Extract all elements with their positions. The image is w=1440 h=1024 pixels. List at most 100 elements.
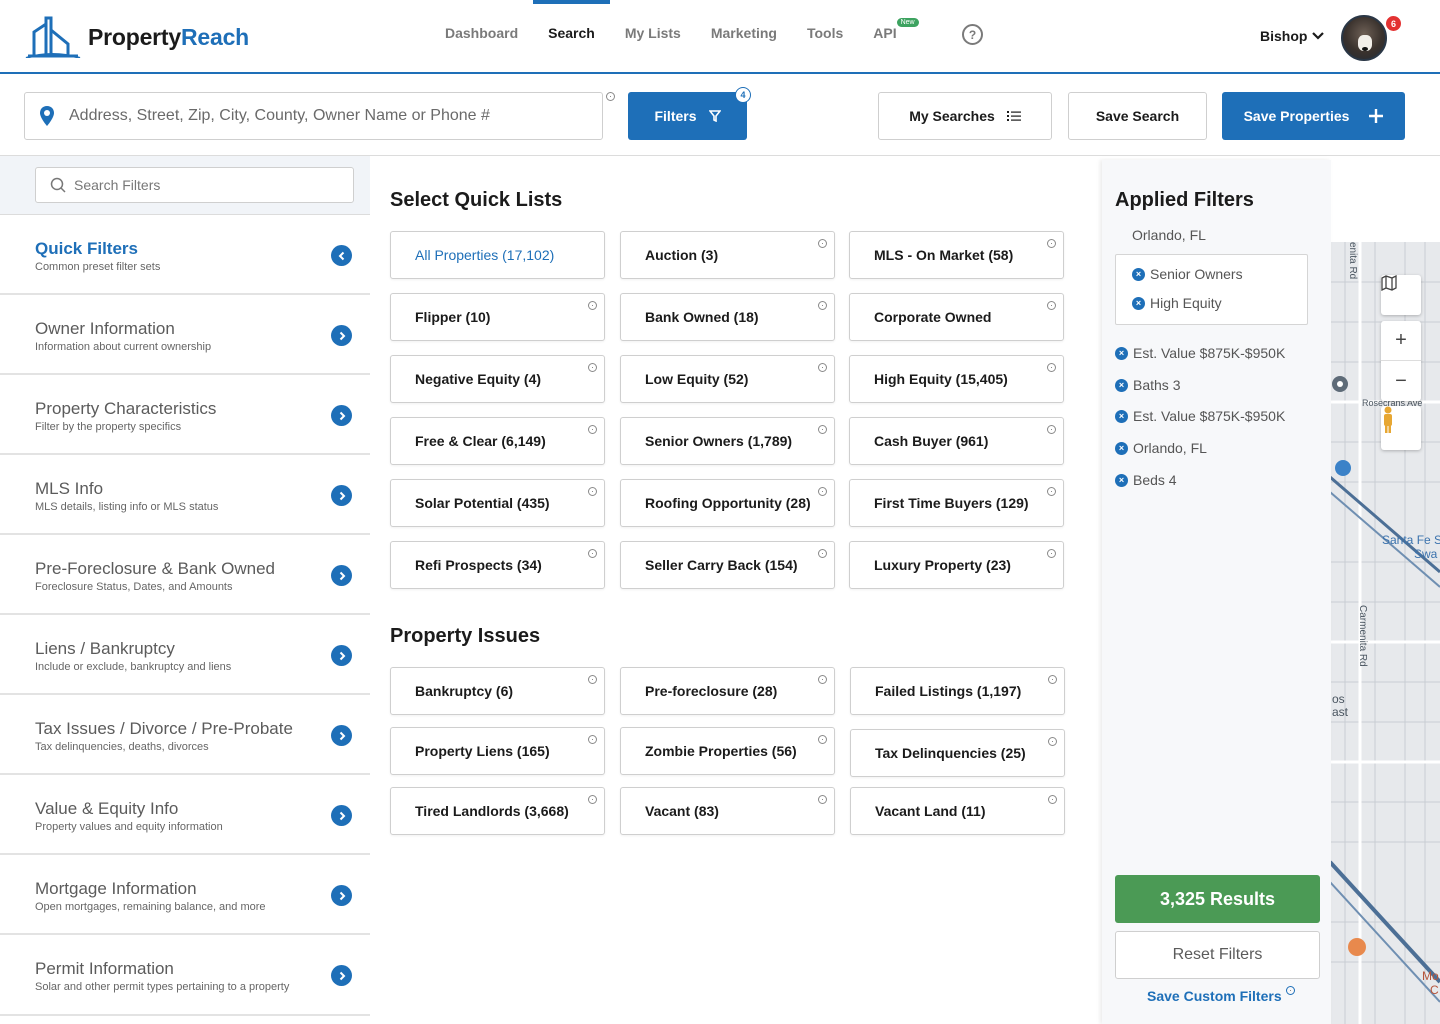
info-icon[interactable]	[588, 301, 597, 310]
info-icon[interactable]	[818, 239, 827, 248]
property-issue-item[interactable]: Pre-foreclosure (28)	[620, 667, 835, 715]
applied-filter-chip[interactable]: × Beds 4	[1115, 472, 1177, 488]
nav-tools[interactable]: Tools	[792, 0, 858, 72]
applied-filter-chip[interactable]: × Baths 3	[1115, 377, 1180, 393]
property-issue-item[interactable]: Failed Listings (1,197)	[850, 667, 1065, 715]
info-icon[interactable]	[818, 735, 827, 744]
remove-filter-icon[interactable]: ×	[1132, 296, 1145, 310]
applied-filter-chip[interactable]: × Est. Value $875K-$950K	[1115, 345, 1285, 361]
info-icon[interactable]	[818, 795, 827, 804]
quick-list-item[interactable]: Cash Buyer (961)	[849, 417, 1064, 465]
sidebar-item-mortgage-information[interactable]: Mortgage Information Open mortgages, rem…	[0, 855, 370, 935]
info-icon[interactable]	[606, 92, 615, 101]
quick-list-item[interactable]: Auction (3)	[620, 231, 835, 279]
zoom-in-icon[interactable]: +	[1381, 321, 1421, 361]
remove-filter-icon[interactable]: ×	[1132, 267, 1145, 281]
search-filters-box[interactable]	[35, 167, 354, 203]
quick-list-item[interactable]: All Properties (17,102)	[390, 231, 605, 279]
info-icon[interactable]	[1047, 549, 1056, 558]
quick-list-item[interactable]: Negative Equity (4)	[390, 355, 605, 403]
applied-filter-chip[interactable]: × Orlando, FL	[1115, 440, 1207, 456]
sidebar-item-owner-information[interactable]: Owner Information Information about curr…	[0, 295, 370, 375]
info-icon[interactable]	[1047, 239, 1056, 248]
nav-search[interactable]: Search	[533, 0, 610, 72]
nav-marketing[interactable]: Marketing	[696, 0, 792, 72]
info-icon[interactable]	[1048, 795, 1057, 804]
reset-filters-button[interactable]: Reset Filters	[1115, 931, 1320, 979]
nav-dashboard[interactable]: Dashboard	[430, 0, 533, 72]
quick-list-item[interactable]: Flipper (10)	[390, 293, 605, 341]
info-icon[interactable]	[1047, 363, 1056, 372]
nav-api[interactable]: API New	[858, 0, 920, 72]
property-issue-item[interactable]: Tired Landlords (3,668)	[390, 787, 605, 835]
property-issue-item[interactable]: Bankruptcy (6)	[390, 667, 605, 715]
info-icon[interactable]	[818, 487, 827, 496]
quick-list-item[interactable]: Solar Potential (435)	[390, 479, 605, 527]
quick-list-item[interactable]: Senior Owners (1,789)	[620, 417, 835, 465]
quick-list-item[interactable]: Roofing Opportunity (28)	[620, 479, 835, 527]
sidebar-item-property-characteristics[interactable]: Property Characteristics Filter by the p…	[0, 375, 370, 455]
info-icon[interactable]	[1047, 487, 1056, 496]
quick-list-item[interactable]: Low Equity (52)	[620, 355, 835, 403]
info-icon[interactable]	[1047, 301, 1056, 310]
save-properties-button[interactable]: Save Properties	[1222, 92, 1405, 140]
property-issue-item[interactable]: Vacant (83)	[620, 787, 835, 835]
sidebar-item-value-equity[interactable]: Value & Equity Info Property values and …	[0, 775, 370, 855]
property-issue-item[interactable]: Tax Delinquencies (25)	[850, 729, 1065, 777]
info-icon[interactable]	[818, 675, 827, 684]
quick-list-item[interactable]: Corporate Owned	[849, 293, 1064, 341]
quick-list-item[interactable]: Luxury Property (23)	[849, 541, 1064, 589]
info-icon[interactable]	[588, 675, 597, 684]
quick-list-item[interactable]: Seller Carry Back (154)	[620, 541, 835, 589]
remove-filter-icon[interactable]: ×	[1115, 378, 1128, 392]
info-icon[interactable]	[818, 363, 827, 372]
street-view-pegman-button[interactable]	[1381, 406, 1421, 450]
remove-filter-icon[interactable]: ×	[1115, 409, 1128, 423]
quick-list-item[interactable]: Bank Owned (18)	[620, 293, 835, 341]
remove-filter-icon[interactable]: ×	[1115, 441, 1128, 455]
avatar[interactable]	[1341, 15, 1387, 61]
quick-list-item[interactable]: High Equity (15,405)	[849, 355, 1064, 403]
info-icon[interactable]	[588, 363, 597, 372]
property-reach-logo[interactable]: PropertyReach	[24, 16, 249, 58]
address-search-input[interactable]	[69, 107, 569, 125]
applied-filter-chip[interactable]: × High Equity	[1132, 295, 1222, 311]
info-icon[interactable]	[818, 301, 827, 310]
nav-my-lists[interactable]: My Lists	[610, 0, 696, 72]
info-icon[interactable]	[818, 425, 827, 434]
sidebar-item-permit-information[interactable]: Permit Information Solar and other permi…	[0, 935, 370, 1016]
save-search-button[interactable]: Save Search	[1068, 92, 1207, 140]
info-icon[interactable]	[1285, 986, 1295, 995]
info-icon[interactable]	[1047, 425, 1056, 434]
info-icon[interactable]	[588, 487, 597, 496]
sidebar-item-liens-bankruptcy[interactable]: Liens / Bankruptcy Include or exclude, b…	[0, 615, 370, 695]
quick-list-item[interactable]: Refi Prospects (34)	[390, 541, 605, 589]
save-custom-filters-link[interactable]: Save Custom Filters	[1147, 986, 1295, 1004]
quick-list-item[interactable]: First Time Buyers (129)	[849, 479, 1064, 527]
property-issue-item[interactable]: Property Liens (165)	[390, 727, 605, 775]
my-searches-button[interactable]: My Searches	[878, 92, 1052, 140]
remove-filter-icon[interactable]: ×	[1115, 346, 1128, 360]
info-icon[interactable]	[588, 425, 597, 434]
search-filters-input[interactable]	[74, 177, 334, 193]
address-search-box[interactable]	[24, 92, 603, 140]
zoom-out-icon[interactable]: −	[1381, 361, 1421, 401]
map-view[interactable]: enita Rd Rosecrans Ave Santa Fe S Swa Ca…	[1330, 242, 1440, 1024]
info-icon[interactable]	[588, 735, 597, 744]
sidebar-item-tax-issues[interactable]: Tax Issues / Divorce / Pre-Probate Tax d…	[0, 695, 370, 775]
property-issue-item[interactable]: Vacant Land (11)	[850, 787, 1065, 835]
sidebar-item-pre-foreclosure[interactable]: Pre-Foreclosure & Bank Owned Foreclosure…	[0, 535, 370, 615]
property-issue-item[interactable]: Zombie Properties (56)	[620, 727, 835, 775]
question-circle-icon[interactable]: ?	[962, 24, 983, 45]
quick-list-item[interactable]: Free & Clear (6,149)	[390, 417, 605, 465]
map-layers-button[interactable]	[1381, 275, 1421, 315]
sidebar-item-mls-info[interactable]: MLS Info MLS details, listing info or ML…	[0, 455, 370, 535]
info-icon[interactable]	[1048, 737, 1057, 746]
sidebar-item-quick-filters[interactable]: Quick Filters Common preset filter sets	[0, 215, 370, 295]
quick-list-item[interactable]: MLS - On Market (58)	[849, 231, 1064, 279]
applied-filter-chip[interactable]: × Est. Value $875K-$950K	[1115, 408, 1285, 424]
info-icon[interactable]	[818, 549, 827, 558]
view-results-button[interactable]: 3,325 Results	[1115, 875, 1320, 923]
user-menu[interactable]: Bishop	[1260, 28, 1325, 44]
applied-filter-chip[interactable]: × Senior Owners	[1132, 266, 1243, 282]
